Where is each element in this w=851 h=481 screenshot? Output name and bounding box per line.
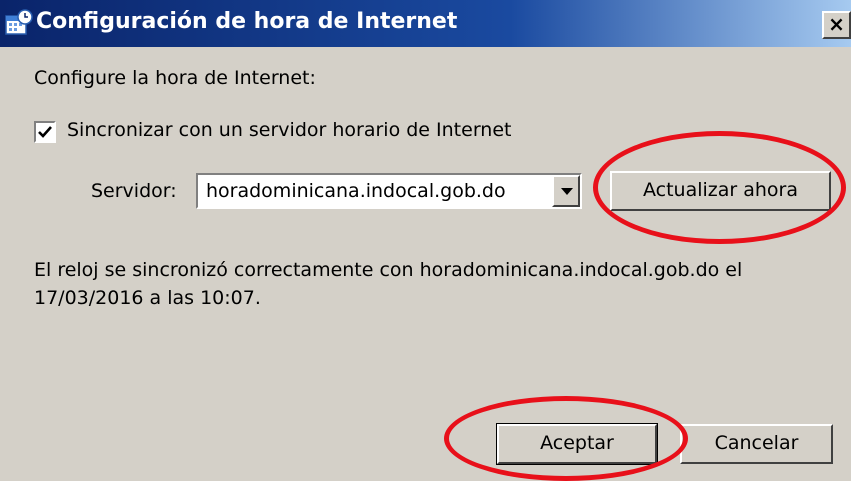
cancel-button[interactable]: Cancelar [680,424,833,464]
window-title: Configuración de hora de Internet [36,9,458,34]
close-icon: × [828,12,845,36]
calendar-clock-icon [4,8,34,38]
dialog-heading: Configure la hora de Internet: [34,67,316,89]
sync-checkbox-label[interactable]: Sincronizar con un servidor horario de I… [67,119,511,141]
close-button[interactable]: × [822,11,851,39]
sync-checkbox[interactable] [34,121,56,143]
status-line-2: 17/03/2016 a las 10:07. [34,287,261,309]
server-combobox[interactable]: horadominicana.indocal.gob.do [196,173,582,209]
server-label: Servidor: [91,180,177,202]
update-now-button[interactable]: Actualizar ahora [610,171,831,211]
status-line-1: El reloj se sincronizó correctamente con… [34,259,743,281]
server-value[interactable]: horadominicana.indocal.gob.do [206,180,506,202]
chevron-down-icon [561,188,573,195]
title-bar[interactable]: Configuración de hora de Internet × [0,0,851,47]
check-icon [38,126,52,138]
server-dropdown-button[interactable] [552,175,580,207]
ok-button[interactable]: Aceptar [496,423,658,465]
